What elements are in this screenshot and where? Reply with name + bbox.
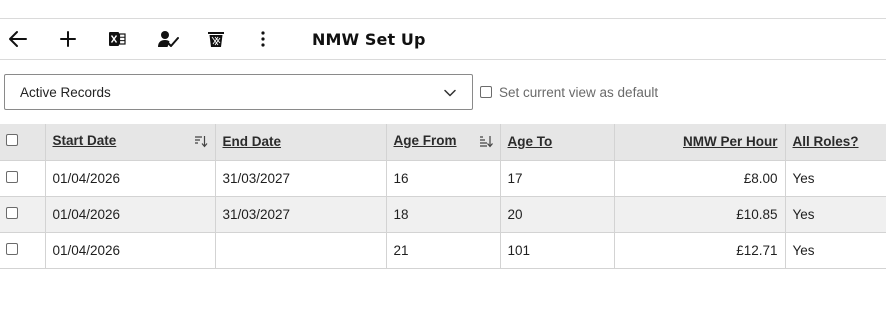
add-button[interactable] [50,19,86,59]
all-roles-cell: Yes [785,160,886,197]
end-date-cell [215,232,387,269]
column-header-label[interactable]: Age To [508,134,553,149]
sort-desc-icon[interactable] [479,135,493,151]
row-select-cell [0,196,46,233]
user-check-icon [157,30,179,48]
column-header-age-to[interactable]: Age To [500,124,615,161]
table-row[interactable]: 01/04/2026 31/03/2027 16 17 £8.00 Yes [0,160,886,197]
back-button[interactable] [0,19,36,59]
column-header-label[interactable]: End Date [223,134,282,149]
select-all-checkbox[interactable] [6,134,18,147]
column-header-start-date[interactable]: Start Date [45,124,216,161]
column-header-label[interactable]: All Roles? [793,134,859,149]
all-roles-cell: Yes [785,232,886,269]
page: NMW Set Up Active Records Set current vi… [0,0,886,326]
plus-icon [59,30,77,48]
age-from-cell: 16 [386,160,501,197]
all-roles-cell: Yes [785,196,886,233]
back-arrow-icon [8,30,28,48]
nmw-per-hour-cell: £10.85 [614,196,786,233]
assign-user-button[interactable] [150,19,186,59]
view-select[interactable]: Active Records [4,74,473,110]
records-table: Start Date End Date Age From Age To NMW … [0,124,886,269]
more-options-button[interactable] [245,19,281,59]
row-checkbox[interactable] [6,170,18,183]
age-from-cell: 21 [386,232,501,269]
age-from-cell: 18 [386,196,501,233]
column-header-label[interactable]: Start Date [53,133,117,148]
delete-icon [207,30,225,48]
age-to-cell: 101 [500,232,615,269]
start-date-cell: 01/04/2026 [45,196,216,233]
export-excel-button[interactable] [99,19,135,59]
toolbar: NMW Set Up [0,18,886,60]
end-date-cell: 31/03/2027 [215,160,387,197]
chevron-down-icon [444,87,456,99]
sort-icon[interactable] [194,135,208,151]
column-header-all-roles[interactable]: All Roles? [785,124,886,161]
view-select-value: Active Records [20,84,111,100]
row-select-cell [0,160,46,197]
row-checkbox[interactable] [6,206,18,219]
delete-button[interactable] [198,19,234,59]
select-all-cell [0,124,46,161]
age-to-cell: 20 [500,196,615,233]
end-date-cell: 31/03/2027 [215,196,387,233]
column-header-age-from[interactable]: Age From [386,124,501,161]
column-header-nmw-per-hour[interactable]: NMW Per Hour [614,124,786,161]
checkbox[interactable] [480,86,492,98]
set-default-view-label: Set current view as default [499,84,659,100]
column-header-end-date[interactable]: End Date [215,124,387,161]
column-header-label[interactable]: Age From [394,133,457,148]
row-checkbox[interactable] [6,242,18,255]
row-select-cell [0,232,46,269]
nmw-per-hour-cell: £12.71 [614,232,786,269]
column-header-label[interactable]: NMW Per Hour [683,134,778,149]
table-row[interactable]: 01/04/2026 21 101 £12.71 Yes [0,232,886,269]
page-title: NMW Set Up [312,29,426,49]
table-header-row: Start Date End Date Age From Age To NMW … [0,124,886,161]
start-date-cell: 01/04/2026 [45,232,216,269]
more-vertical-icon [260,30,266,48]
table-row[interactable]: 01/04/2026 31/03/2027 18 20 £10.85 Yes [0,196,886,233]
age-to-cell: 17 [500,160,615,197]
excel-icon [108,30,126,48]
nmw-per-hour-cell: £8.00 [614,160,786,197]
set-default-view-checkbox[interactable]: Set current view as default [480,84,658,100]
start-date-cell: 01/04/2026 [45,160,216,197]
